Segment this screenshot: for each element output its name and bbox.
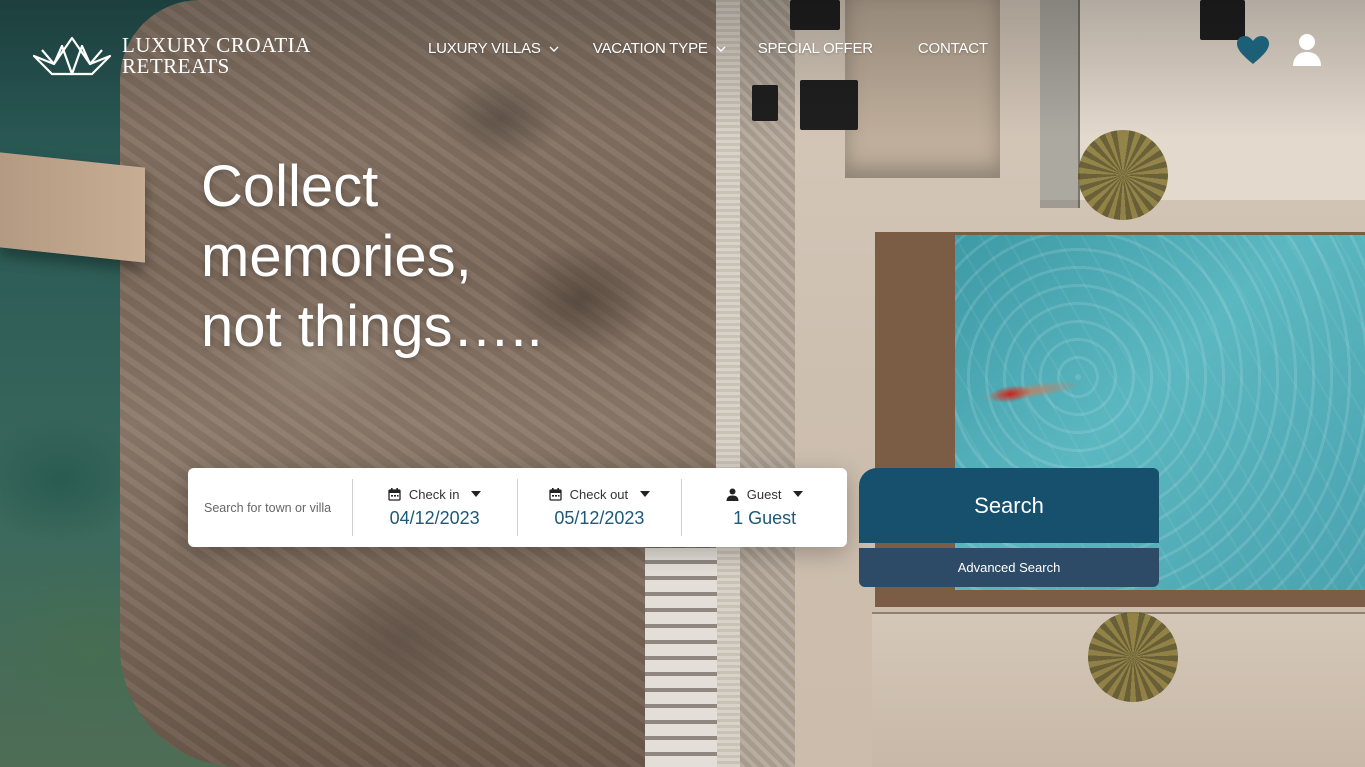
checkout-value: 05/12/2023 (554, 507, 645, 528)
nav-item-luxury-villas[interactable]: LUXURY VILLAS (428, 40, 559, 57)
brand-name-line1: LUXURY CROATIA (122, 33, 311, 57)
town-search-input[interactable] (202, 499, 346, 516)
user-icon[interactable] (1292, 33, 1322, 67)
chevron-down-icon (549, 46, 559, 52)
advanced-search-button[interactable]: Advanced Search (859, 548, 1159, 587)
nav-item-vacation-type[interactable]: VACATION TYPE (593, 40, 726, 57)
header-actions (1236, 33, 1322, 67)
heart-icon[interactable] (1236, 35, 1270, 65)
lotus-logo-icon (32, 36, 112, 76)
top-shade (0, 0, 1365, 767)
brand-name: LUXURY CROATIA RETREATS (122, 35, 311, 77)
guest-header: Guest (726, 487, 804, 502)
guest-label: Guest (746, 486, 782, 502)
search-button[interactable]: Search (859, 468, 1159, 543)
brand-name-line2: RETREATS (122, 54, 230, 78)
search-bar: Check in 04/12/2023 Check out 05/12/2023… (188, 468, 847, 547)
guest-field[interactable]: Guest 1 Guest (681, 479, 847, 536)
checkin-label: Check in (408, 486, 460, 502)
checkout-label: Check out (569, 486, 629, 502)
caret-down-icon (640, 491, 651, 497)
nav-item-label: CONTACT (917, 40, 988, 57)
checkout-header: Check out (548, 486, 651, 502)
nav-item-special-offer[interactable]: SPECIAL OFFER (758, 40, 873, 57)
checkin-field[interactable]: Check in 04/12/2023 (351, 479, 517, 536)
nav-item-contact[interactable]: CONTACT (918, 40, 988, 57)
hero-title: Collect memories, not things….. (201, 154, 543, 359)
guest-value: 1 Guest (733, 507, 797, 528)
checkin-header: Check in (388, 487, 482, 502)
nav-item-label: VACATION TYPE (592, 40, 708, 57)
hero-background-image (0, 0, 1365, 767)
main-nav: LUXURY VILLAS VACATION TYPE SPECIAL OFFE… (428, 40, 988, 57)
nav-item-label: SPECIAL OFFER (757, 40, 873, 57)
brand-logo[interactable]: LUXURY CROATIA RETREATS (32, 34, 311, 78)
calendar-icon (548, 487, 562, 501)
caret-down-icon (793, 491, 804, 497)
caret-down-icon (471, 491, 482, 497)
nav-item-label: LUXURY VILLAS (428, 40, 541, 57)
checkin-value: 04/12/2023 (389, 507, 480, 528)
person-icon (726, 488, 739, 501)
chevron-down-icon (716, 46, 726, 52)
calendar-icon (388, 487, 401, 501)
checkout-field[interactable]: Check out 05/12/2023 (516, 479, 682, 536)
town-search-field[interactable] (188, 468, 352, 547)
